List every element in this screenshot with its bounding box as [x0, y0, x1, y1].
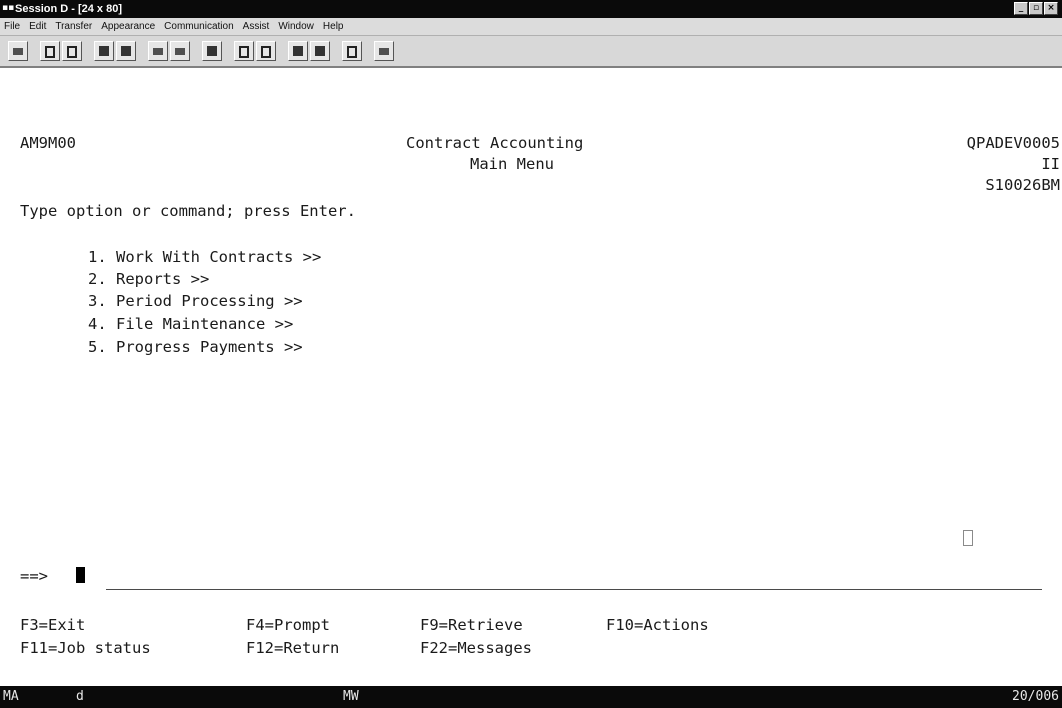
command-input-field[interactable] — [106, 589, 1042, 590]
display-icon[interactable] — [148, 41, 168, 61]
menu-bar: File Edit Transfer Appearance Communicat… — [0, 18, 1062, 36]
close-button[interactable]: × — [1044, 2, 1058, 15]
fkey-f3-exit[interactable]: F3=Exit — [20, 616, 85, 634]
title-bar: ▪▪ Session D - [24 x 80] _ ▫ × — [0, 0, 1062, 18]
menu-help[interactable]: Help — [323, 21, 344, 32]
indicator-box — [963, 530, 973, 546]
send-file-icon[interactable] — [94, 41, 114, 61]
menu-edit[interactable]: Edit — [29, 21, 46, 32]
macro-play-icon[interactable] — [256, 41, 276, 61]
menu-option-progress-payments[interactable]: 5. Progress Payments >> — [88, 338, 303, 356]
chart-icon[interactable] — [202, 41, 222, 61]
restore-button[interactable]: ▫ — [1029, 2, 1043, 15]
command-prompt: ==> — [20, 567, 48, 585]
menu-window[interactable]: Window — [278, 21, 314, 32]
help-icon[interactable] — [342, 41, 362, 61]
cut-icon[interactable] — [288, 41, 308, 61]
menu-option-work-with-contracts[interactable]: 1. Work With Contracts >> — [88, 248, 321, 266]
screen-title: Contract Accounting — [406, 134, 584, 152]
fkey-f4-prompt[interactable]: F4=Prompt — [246, 616, 330, 634]
stop-icon[interactable] — [374, 41, 394, 61]
status-bar: MA d MW 20/006 — [0, 686, 1062, 708]
menu-communication[interactable]: Communication — [164, 21, 233, 32]
minimize-button[interactable]: _ — [1014, 2, 1028, 15]
macro-record-icon[interactable] — [234, 41, 254, 61]
menu-option-period-processing[interactable]: 3. Period Processing >> — [88, 292, 303, 310]
receive-file-icon[interactable] — [116, 41, 136, 61]
window-title: Session D - [24 x 80] — [15, 3, 122, 15]
fkey-f11-job-status[interactable]: F11=Job status — [20, 639, 151, 657]
menu-assist[interactable]: Assist — [243, 21, 270, 32]
menu-file[interactable]: File — [4, 21, 20, 32]
fkey-f9-retrieve[interactable]: F9=Retrieve — [420, 616, 523, 634]
system-name: S10026BM — [985, 176, 1060, 194]
screen-code: II — [1041, 155, 1060, 173]
fkey-f22-messages[interactable]: F22=Messages — [420, 639, 532, 657]
menu-transfer[interactable]: Transfer — [55, 21, 92, 32]
window-controls: _ ▫ × — [1014, 2, 1058, 16]
status-message-waiting: MW — [343, 689, 359, 704]
screen-subtitle: Main Menu — [470, 155, 554, 173]
terminal-screen[interactable]: AM9M00 Contract Accounting Main Menu QPA… — [0, 70, 1062, 684]
keyboard-icon[interactable] — [170, 41, 190, 61]
instruction-text: Type option or command; press Enter. — [20, 202, 356, 220]
fkey-f10-actions[interactable]: F10=Actions — [606, 616, 709, 634]
print-screen-icon[interactable] — [8, 41, 28, 61]
paste-icon[interactable] — [62, 41, 82, 61]
status-indicator: d — [76, 689, 84, 704]
copy-icon[interactable] — [40, 41, 60, 61]
cursor-position: 20/006 — [1012, 689, 1059, 704]
fkey-f12-return[interactable]: F12=Return — [246, 639, 339, 657]
menu-option-file-maintenance[interactable]: 4. File Maintenance >> — [88, 315, 293, 333]
menu-option-reports[interactable]: 2. Reports >> — [88, 270, 209, 288]
status-mode-indicator: MA — [3, 689, 19, 704]
toolbar — [0, 36, 1062, 68]
text-cursor — [76, 567, 85, 583]
edit-icon[interactable] — [310, 41, 330, 61]
session-icon[interactable]: ▪▪ — [2, 3, 14, 14]
device-name: QPADEV0005 — [966, 134, 1060, 152]
program-id: AM9M00 — [20, 134, 76, 152]
menu-appearance[interactable]: Appearance — [101, 21, 155, 32]
